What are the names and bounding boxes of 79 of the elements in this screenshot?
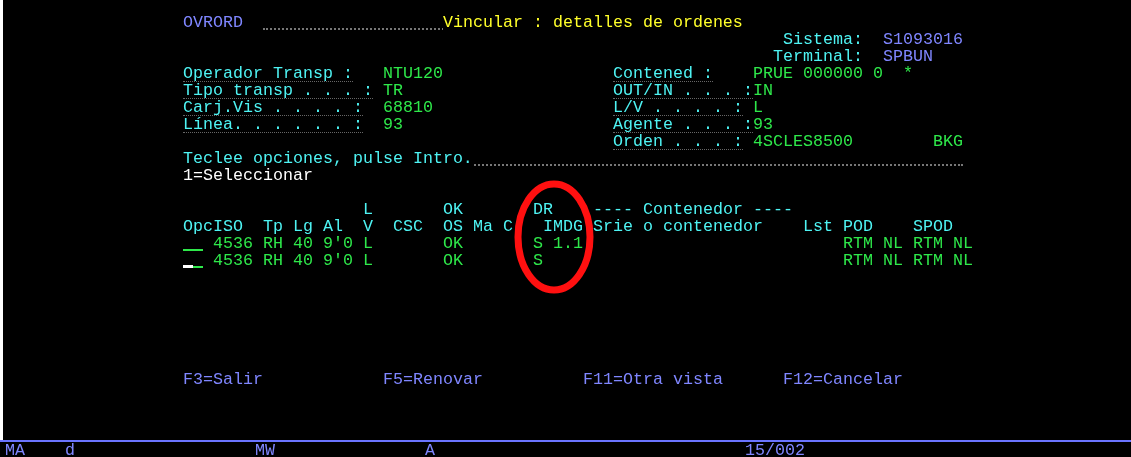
table-cell: 9'0 [323, 235, 353, 252]
table-cell: S [533, 252, 543, 269]
column-header: SPOD [913, 218, 953, 235]
table-cell: L [363, 235, 373, 252]
function-key-hint: F11=Otra vista [583, 371, 723, 388]
column-header: C [503, 218, 513, 235]
option-legend: 1=Seleccionar [183, 167, 313, 184]
instruction-text: Teclee opciones, pulse Intro. [183, 150, 473, 167]
column-header: rie o contenedor [603, 218, 763, 235]
field-label: OUT/IN . . . : [613, 82, 753, 99]
table-cell: RTM [913, 252, 943, 269]
column-header: Tp [263, 218, 283, 235]
column-header: IMDG [543, 218, 583, 235]
table-cell: NL [883, 235, 903, 252]
table-cell: L [363, 252, 373, 269]
field-label: Orden . . . : [613, 133, 743, 150]
field-label: Carj.Vis . . . . : [183, 99, 363, 116]
table-cell: S [533, 235, 543, 252]
field-value: 93 [383, 116, 403, 133]
function-key-hint: F3=Salir [183, 371, 263, 388]
column-header: CSC [393, 218, 423, 235]
column-header: Lst [803, 218, 833, 235]
field-label: Tipo transp . . . : [183, 82, 373, 99]
table-cell: NL [953, 235, 973, 252]
system-value: S1093016 [883, 31, 963, 48]
table-cell: NL [953, 252, 973, 269]
table-cell: NL [883, 252, 903, 269]
table-cell: 4536 [213, 235, 253, 252]
column-header: L [363, 201, 373, 218]
column-header: V [363, 218, 373, 235]
table-cell: RH [263, 252, 283, 269]
function-key-hint: F12=Cancelar [783, 371, 903, 388]
table-cell: 40 [293, 235, 313, 252]
table-cell: 40 [293, 252, 313, 269]
screen-title: Vincular : detalles de ordenes [443, 14, 743, 31]
system-label: Sistema: [783, 31, 863, 48]
field-value: 93 [753, 116, 773, 133]
status-text: MA [5, 442, 25, 457]
field-value: PRUE 000000 0 * [753, 65, 913, 82]
column-header: DR [533, 201, 553, 218]
column-header: Ma [473, 218, 493, 235]
table-cell: 1.1 [553, 235, 583, 252]
field-value: L [753, 99, 763, 116]
table-cell: 9'0 [323, 252, 353, 269]
field-value: BKG [933, 133, 963, 150]
table-cell: 4536 [213, 252, 253, 269]
field-label: L/V . . . . : [613, 99, 743, 116]
column-header: ---- Contenedor ---- [593, 201, 793, 218]
column-header: ISO [213, 218, 243, 235]
program-name: OVRORD [183, 14, 243, 31]
table-cell: RH [263, 235, 283, 252]
table-cell: RTM [843, 235, 873, 252]
field-label: Agente . . . : [613, 116, 753, 133]
field-label: Línea. . . . . . : [183, 116, 363, 133]
status-text: A [425, 442, 435, 457]
table-cell: OK [443, 235, 463, 252]
column-header: OK [443, 201, 463, 218]
field-label: Operador Transp : [183, 65, 353, 82]
table-cell: RTM [913, 235, 943, 252]
field-value: 4SCLES8500 [753, 133, 853, 150]
column-header: Al [323, 218, 343, 235]
column-header: Opc [183, 218, 213, 235]
status-text: d [65, 442, 75, 457]
system-value: SPBUN [883, 48, 933, 65]
column-header: S [593, 218, 603, 235]
field-value: IN [753, 82, 773, 99]
table-cell: RTM [843, 252, 873, 269]
system-label: Terminal: [773, 48, 863, 65]
field-value: NTU120 [383, 65, 443, 82]
column-header: POD [843, 218, 873, 235]
field-value: 68810 [383, 99, 433, 116]
column-header: OS [443, 218, 463, 235]
status-text: MW [255, 442, 275, 457]
column-header: Lg [293, 218, 313, 235]
field-value: TR [383, 82, 403, 99]
function-key-hint: F5=Renovar [383, 371, 483, 388]
table-cell: OK [443, 252, 463, 269]
field-label: Contened : [613, 65, 713, 82]
status-text: 15/002 [745, 442, 805, 457]
